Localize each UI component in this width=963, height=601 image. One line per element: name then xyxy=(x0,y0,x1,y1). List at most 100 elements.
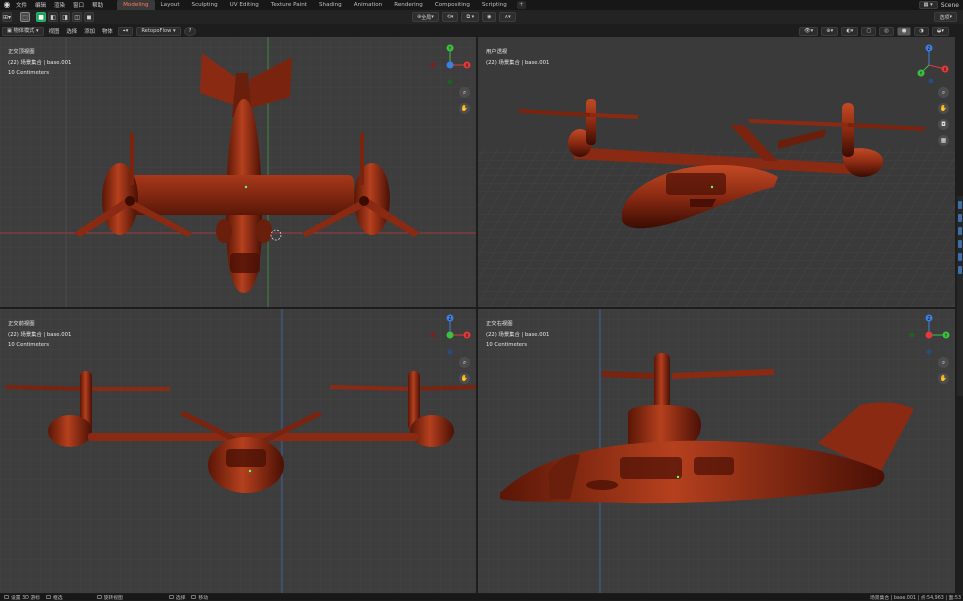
view-label: 正交右视图 xyxy=(486,321,513,327)
sidebar-tab[interactable] xyxy=(958,227,962,235)
select-intersect-icon[interactable]: ◼ xyxy=(84,12,95,22)
sidebar-tab[interactable] xyxy=(958,240,962,248)
select-invert-icon[interactable]: ◫ xyxy=(72,12,83,22)
sidebar-tab[interactable] xyxy=(958,266,962,274)
axis-gizmo[interactable]: Z X Y xyxy=(907,43,951,87)
orientation-dropdown[interactable]: ⊕ 全局 ▾ xyxy=(412,12,439,22)
tab-animation[interactable]: Animation xyxy=(348,0,389,10)
viewport-top[interactable]: 正交顶视图 (22) 场景集合 | base.001 10 Centimeter… xyxy=(0,37,476,307)
zoom-icon[interactable]: ⌕ xyxy=(938,357,949,368)
view-label: 用户透视 xyxy=(486,49,508,55)
scale-label: 10 Centimeters xyxy=(8,342,49,348)
zoom-icon[interactable]: ⌕ xyxy=(938,87,949,98)
transform-controls: ⊕ 全局 ▾ ⟲▾ ⧉ ▾ ◉ ∧▾ xyxy=(412,12,516,22)
menu-help[interactable]: 帮助 xyxy=(92,1,103,9)
status-mouse-middle: 框选 xyxy=(45,594,63,601)
viewport-front-canvas xyxy=(0,309,476,593)
sidebar-tab[interactable] xyxy=(958,253,962,261)
shading-wireframe-icon[interactable]: ◎ xyxy=(879,26,894,36)
visibility-icon[interactable]: 👁▾ xyxy=(799,26,819,36)
axis-gizmo[interactable]: Y X xyxy=(428,43,472,87)
workspace-tabs: Modeling Layout Sculpting UV Editing Tex… xyxy=(117,0,526,10)
viewport-top-canvas xyxy=(0,37,476,307)
viewport-front[interactable]: 正交前视图 (22) 场景集合 | base.001 10 Centimeter… xyxy=(0,309,476,593)
camera-icon[interactable]: ◘ xyxy=(938,119,949,130)
status-mouse-left: 设置 3D 游标 xyxy=(4,594,40,601)
editor-type-icon[interactable]: ⊞▾ xyxy=(2,12,13,22)
viewport-right-overlay: 正交右视图 (22) 场景集合 | base.001 10 Centimeter… xyxy=(486,319,549,351)
sidebar-tab[interactable] xyxy=(958,201,962,209)
n-panel-tabs[interactable] xyxy=(957,196,963,396)
options-area: 选项 ▾ xyxy=(932,12,957,22)
tab-rendering[interactable]: Rendering xyxy=(388,0,429,10)
scene-selector[interactable]: ▦ ▾ Scene xyxy=(918,1,959,9)
pan-hand-icon[interactable]: ✋ xyxy=(938,103,949,114)
tab-scripting[interactable]: Scripting xyxy=(476,0,513,10)
pan-hand-icon[interactable]: ✋ xyxy=(459,373,470,384)
axis-gizmo[interactable]: Z X xyxy=(428,313,472,357)
scale-label: 10 Centimeters xyxy=(8,70,49,76)
menu-object[interactable]: 物体 xyxy=(100,27,115,35)
add-workspace-button[interactable]: + xyxy=(516,1,526,9)
select-extend-icon[interactable]: ◧ xyxy=(48,12,59,22)
tab-uv-editing[interactable]: UV Editing xyxy=(224,0,265,10)
svg-text:X: X xyxy=(944,67,947,72)
pivot-icon[interactable]: ⟲▾ xyxy=(441,12,459,22)
menu-edit[interactable]: 编辑 xyxy=(35,1,46,9)
viewport-top-overlay: 正交顶视图 (22) 场景集合 | base.001 10 Centimeter… xyxy=(8,47,71,79)
select-subtract-icon[interactable]: ◨ xyxy=(60,12,71,22)
orientation-label: 全局 xyxy=(421,14,432,21)
tab-modeling[interactable]: Modeling xyxy=(117,0,155,10)
menu-file[interactable]: 文件 xyxy=(16,1,27,9)
menu-render[interactable]: 渲染 xyxy=(54,1,65,9)
collection-label: (22) 场景集合 | base.001 xyxy=(8,331,72,338)
xray-icon[interactable]: ▢ xyxy=(861,26,877,36)
menu-view[interactable]: 视图 xyxy=(47,27,62,35)
svg-text:Z: Z xyxy=(928,46,931,51)
tab-sculpting[interactable]: Sculpting xyxy=(186,0,224,10)
pan-hand-icon[interactable]: ✋ xyxy=(459,103,470,114)
falloff-icon[interactable]: ∧▾ xyxy=(499,12,516,22)
shading-rendered-icon[interactable]: ◒▾ xyxy=(931,26,949,36)
tab-layout[interactable]: Layout xyxy=(155,0,186,10)
select-box-icon[interactable]: ⬚ xyxy=(20,12,31,22)
select-new-icon[interactable]: ■ xyxy=(36,12,47,22)
sidebar-tab[interactable] xyxy=(958,214,962,222)
tab-compositing[interactable]: Compositing xyxy=(429,0,476,10)
mode-dropdown[interactable]: ▣ 物体模式 ▾ xyxy=(2,26,44,36)
zoom-icon[interactable]: ⌕ xyxy=(459,87,470,98)
gizmo-icon[interactable]: ⊕▾ xyxy=(821,26,839,36)
blender-logo-icon[interactable]: ◉ xyxy=(2,0,12,10)
help-icon[interactable]: ? xyxy=(183,26,197,36)
snap-icon[interactable]: ⧉ ▾ xyxy=(461,12,480,22)
options-dropdown[interactable]: 选项 ▾ xyxy=(934,12,957,22)
retopoflow-button[interactable]: RetopoFlow ▾ xyxy=(136,26,181,36)
grid-icon[interactable]: ▦ xyxy=(938,135,949,146)
proportional-edit-icon[interactable]: ◉ xyxy=(482,12,497,22)
zoom-icon[interactable]: ⌕ xyxy=(459,357,470,368)
axis-gizmo[interactable]: Z Y xyxy=(907,313,951,357)
mouse-icon xyxy=(96,595,102,599)
viewport-front-overlay: 正交前视图 (22) 场景集合 | base.001 10 Centimeter… xyxy=(8,319,71,351)
tab-shading[interactable]: Shading xyxy=(313,0,348,10)
status-mouse-right: 旋转视图 xyxy=(96,594,123,601)
viewport-persp-overlay: 用户透视 (22) 场景集合 | base.001 xyxy=(486,47,549,68)
tab-texture-paint[interactable]: Texture Paint xyxy=(265,0,313,10)
svg-text:Y: Y xyxy=(448,46,452,51)
viewport-right-canvas xyxy=(478,309,955,593)
viewport-persp-canvas xyxy=(478,37,955,307)
scene-name: Scene xyxy=(940,1,959,9)
menu-add[interactable]: 添加 xyxy=(82,27,97,35)
pan-hand-icon[interactable]: ✋ xyxy=(938,373,949,384)
viewport-header-right: 👁▾ ⊕▾ ◐▾ ▢ ◎ ● ◑ ◒▾ xyxy=(799,25,949,37)
shading-solid-icon[interactable]: ● xyxy=(896,26,912,36)
shading-material-icon[interactable]: ◑ xyxy=(914,26,929,36)
gizmo-toggle-icon[interactable]: ⌖▾ xyxy=(117,26,134,36)
menu-window[interactable]: 窗口 xyxy=(73,1,84,9)
overlay-icon[interactable]: ◐▾ xyxy=(841,26,859,36)
view-label: 正交顶视图 xyxy=(8,49,35,55)
scale-label: 10 Centimeters xyxy=(486,342,527,348)
viewport-persp[interactable]: 用户透视 (22) 场景集合 | base.001 Z X Y ⌕ ✋ ◘ ▦ xyxy=(478,37,955,307)
viewport-right[interactable]: 正交右视图 (22) 场景集合 | base.001 10 Centimeter… xyxy=(478,309,955,593)
menu-select[interactable]: 选择 xyxy=(64,27,79,35)
